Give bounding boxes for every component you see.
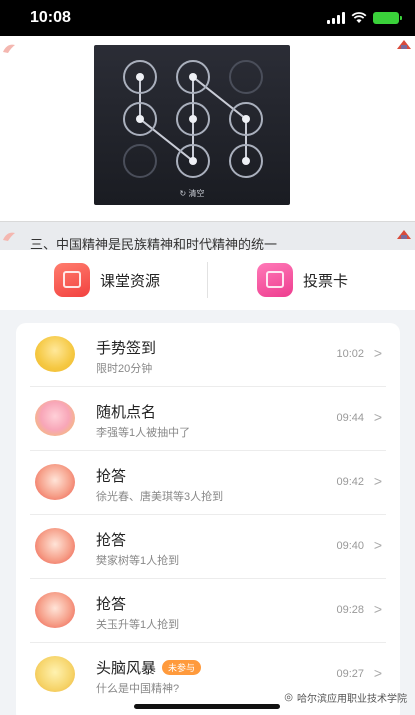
list-item[interactable]: 随机点名 李强等1人被抽中了 09:44 > — [16, 387, 400, 451]
activity-subtitle: 徐光春、唐美琪等3人抢到 — [96, 491, 224, 503]
activity-time: 09:28 — [336, 604, 364, 616]
lightbulb-icon — [35, 656, 75, 692]
activity-subtitle: 限时20分钟 — [96, 363, 153, 375]
ticket-icon — [257, 263, 293, 297]
status-badge: 未参与 — [162, 660, 202, 675]
gumball-machine-icon — [35, 400, 75, 436]
raise-hand-clock-icon — [35, 464, 75, 500]
slide-thumbnail-icon[interactable] — [395, 38, 413, 50]
activity-time: 09:42 — [336, 476, 364, 488]
battery-icon — [373, 12, 402, 24]
wifi-icon — [351, 12, 367, 23]
slide-thumbnail-icon[interactable] — [2, 42, 20, 54]
activity-time: 09:27 — [336, 668, 364, 680]
status-icons — [327, 12, 402, 24]
slide-card[interactable]: ↻ 清空 — [0, 36, 415, 222]
activity-title: 头脑风暴 未参与 — [96, 657, 202, 678]
activity-time: 09:44 — [336, 412, 364, 424]
classroom-resources-icon — [54, 263, 90, 297]
gesture-clear-label: 清空 — [188, 189, 205, 198]
raise-hand-clock-icon — [35, 528, 75, 564]
activity-subtitle: 关玉升等1人抢到 — [96, 619, 180, 631]
location-pin-icon — [35, 336, 75, 372]
list-item[interactable]: 抢答 樊家树等1人抢到 09:40 > — [16, 515, 400, 579]
status-bar: 10:08 — [0, 0, 415, 36]
gesture-clear-button[interactable]: ↻ 清空 — [94, 188, 290, 199]
watermark: ◎ 哈尔滨应用职业技术学院 — [284, 690, 407, 705]
slide-thumbnail-icon[interactable] — [395, 228, 413, 240]
chevron-right-icon: > — [373, 665, 382, 681]
cellular-signal-icon — [327, 12, 345, 24]
home-indicator[interactable] — [134, 704, 280, 709]
status-time: 10:08 — [30, 9, 71, 26]
activity-title: 抢答 — [96, 596, 127, 613]
activity-title: 抢答 — [96, 532, 127, 549]
raise-hand-clock-icon — [35, 592, 75, 628]
activity-title: 手势签到 — [96, 340, 157, 357]
wechat-icon: ◎ — [284, 692, 293, 703]
watermark-text: 哈尔滨应用职业技术学院 — [297, 694, 407, 705]
vote-card-label: 投票卡 — [303, 272, 349, 290]
chevron-right-icon: > — [373, 537, 382, 553]
vote-card-button[interactable]: 投票卡 — [257, 262, 348, 298]
list-item[interactable]: 手势签到 限时20分钟 10:02 > — [16, 323, 400, 387]
activity-time: 10:02 — [336, 348, 364, 360]
list-item[interactable]: 抢答 关玉升等1人抢到 09:28 > — [16, 579, 400, 643]
resource-bar: 课堂资源 投票卡 — [0, 250, 415, 310]
activity-subtitle: 樊家树等1人抢到 — [96, 555, 180, 567]
activity-list: 手势签到 限时20分钟 10:02 > 随机点名 李强等1人被抽中了 09:44… — [16, 323, 400, 715]
slide-caption: 三、中国精神是民族精神和时代精神的统一 — [30, 237, 278, 250]
activity-subtitle: 什么是中国精神? — [96, 683, 180, 695]
slide-area[interactable]: ↻ 清空 三、中国精神是民族精神和时代精神的统一 — [0, 36, 415, 250]
chevron-right-icon: > — [373, 473, 382, 489]
activity-title-text: 头脑风暴 — [96, 660, 157, 677]
chevron-right-icon: > — [373, 345, 382, 361]
chevron-right-icon: > — [373, 409, 382, 425]
activity-title: 随机点名 — [96, 404, 157, 421]
list-item[interactable]: 抢答 徐光春、唐美琪等3人抢到 09:42 > — [16, 451, 400, 515]
activity-title: 抢答 — [96, 468, 127, 485]
activity-subtitle: 李强等1人被抽中了 — [96, 427, 191, 439]
classroom-resources-button[interactable]: 课堂资源 — [54, 262, 160, 298]
gesture-pattern-panel[interactable]: ↻ 清空 — [94, 45, 290, 205]
divider — [207, 262, 208, 298]
classroom-resources-label: 课堂资源 — [100, 272, 161, 290]
chevron-right-icon: > — [373, 601, 382, 617]
activity-time: 09:40 — [336, 540, 364, 552]
slide-thumbnail-icon[interactable] — [2, 230, 20, 242]
